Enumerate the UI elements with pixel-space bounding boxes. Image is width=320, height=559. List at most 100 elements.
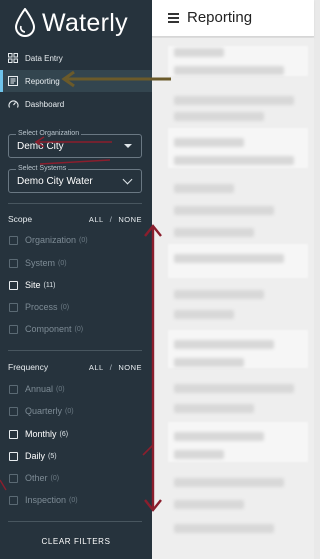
organization-select-label: Select Organization bbox=[16, 130, 82, 137]
checkbox-label: Site bbox=[25, 280, 41, 290]
checkbox-count: (11) bbox=[43, 281, 56, 289]
frequency-title: Frequency bbox=[8, 362, 49, 372]
checkbox-count: (0) bbox=[56, 385, 65, 393]
checkbox-label: Organization bbox=[25, 235, 77, 245]
checkbox[interactable] bbox=[9, 302, 18, 312]
checkbox[interactable] bbox=[9, 429, 18, 439]
frequency-none-link[interactable]: NONE bbox=[118, 363, 142, 372]
checkbox-count: (0) bbox=[79, 236, 88, 244]
checkbox-count: (6) bbox=[59, 430, 69, 438]
blurred-text bbox=[174, 404, 254, 413]
checkbox-label: Quarterly bbox=[25, 406, 63, 416]
scope-checkbox-site[interactable]: Site (11) bbox=[9, 278, 55, 292]
organization-select[interactable]: Select Organization Demo City bbox=[8, 130, 142, 158]
blurred-text bbox=[174, 358, 244, 367]
checkbox[interactable] bbox=[9, 495, 18, 505]
systems-select-label: Select Systems bbox=[16, 165, 69, 172]
checkbox-count: (5) bbox=[48, 452, 57, 460]
checkbox-count: (0) bbox=[65, 407, 74, 415]
divider bbox=[8, 350, 142, 351]
frequency-header: Frequency ALL / NONE bbox=[8, 361, 142, 373]
blurred-text bbox=[174, 500, 244, 509]
blurred-text bbox=[174, 340, 274, 349]
blurred-text bbox=[174, 96, 294, 105]
nav-item-label: Reporting bbox=[25, 76, 60, 86]
divider bbox=[8, 203, 142, 204]
scope-checkbox-component[interactable]: Component (0) bbox=[9, 322, 83, 336]
top-app-bar: Reporting bbox=[152, 0, 314, 37]
scope-all-link[interactable]: ALL bbox=[89, 215, 104, 224]
scope-title: Scope bbox=[8, 214, 33, 224]
checkbox-label: System bbox=[25, 258, 56, 268]
blurred-text bbox=[174, 310, 234, 319]
checkbox-count: (0) bbox=[58, 259, 67, 267]
frequency-checkbox-other[interactable]: Other (0) bbox=[9, 471, 59, 485]
water-drop-icon bbox=[14, 8, 36, 37]
clear-filters-button[interactable]: CLEAR FILTERS bbox=[0, 534, 152, 550]
scope-checkbox-system[interactable]: System (0) bbox=[9, 256, 67, 270]
checkbox-label: Component bbox=[25, 324, 72, 334]
scope-checkbox-process[interactable]: Process (0) bbox=[9, 300, 69, 314]
frequency-checkbox-quarterly[interactable]: Quarterly (0) bbox=[9, 404, 74, 418]
organization-select-value: Demo City bbox=[17, 141, 64, 152]
page-title: Reporting bbox=[187, 9, 253, 26]
checkbox[interactable] bbox=[9, 406, 18, 416]
divider bbox=[8, 521, 142, 522]
hamburger-icon[interactable] bbox=[168, 13, 179, 23]
checkbox-count: (0) bbox=[50, 474, 60, 482]
app-title: Waterly bbox=[42, 8, 128, 37]
checkbox-label: Process bbox=[25, 302, 58, 312]
nav-item-reporting[interactable]: Reporting bbox=[0, 70, 152, 92]
report-content-blurred bbox=[152, 38, 314, 559]
blurred-text bbox=[174, 384, 294, 393]
blurred-text bbox=[174, 48, 224, 57]
blurred-text bbox=[174, 254, 284, 263]
nav-item-label: Dashboard bbox=[25, 99, 65, 109]
brand-logo[interactable]: Waterly bbox=[14, 6, 128, 40]
checkbox[interactable] bbox=[9, 324, 18, 334]
gauge-icon bbox=[8, 99, 19, 109]
checkbox-label: Other bbox=[25, 473, 48, 483]
blurred-text bbox=[174, 524, 274, 533]
checkbox[interactable] bbox=[9, 451, 18, 461]
blurred-text bbox=[174, 138, 244, 147]
checkbox[interactable] bbox=[9, 280, 18, 290]
separator: / bbox=[109, 214, 113, 224]
checkbox-label: Inspection bbox=[25, 495, 67, 505]
nav-item-data-entry[interactable]: Data Entry bbox=[0, 47, 152, 69]
caret-down-icon bbox=[124, 144, 132, 148]
frequency-all-link[interactable]: ALL bbox=[89, 363, 104, 372]
blurred-text bbox=[174, 112, 264, 121]
frequency-checkbox-annual[interactable]: Annual (0) bbox=[9, 382, 65, 396]
checkbox-label: Daily bbox=[25, 451, 46, 461]
blurred-text bbox=[174, 156, 294, 165]
blurred-text bbox=[174, 184, 234, 193]
scope-none-link[interactable]: NONE bbox=[118, 215, 142, 224]
checkbox[interactable] bbox=[9, 473, 18, 483]
nav-item-dashboard[interactable]: Dashboard bbox=[0, 93, 152, 115]
checkbox[interactable] bbox=[9, 258, 18, 268]
blurred-text bbox=[174, 228, 254, 237]
frequency-checkbox-daily[interactable]: Daily (5) bbox=[9, 449, 57, 463]
checkbox-count: (0) bbox=[60, 303, 70, 311]
systems-select[interactable]: Select Systems Demo City Water bbox=[8, 165, 142, 193]
grid-icon bbox=[8, 53, 18, 63]
sidebar: Waterly Data Entry Reporting Dashboard S… bbox=[0, 0, 152, 559]
nav-item-label: Data Entry bbox=[25, 53, 63, 63]
separator: / bbox=[109, 362, 113, 372]
blurred-text bbox=[174, 450, 224, 459]
blurred-text bbox=[174, 432, 264, 441]
frequency-checkbox-inspection[interactable]: Inspection (0) bbox=[9, 493, 78, 507]
report-icon bbox=[8, 76, 18, 86]
checkbox[interactable] bbox=[9, 235, 18, 245]
scope-checkbox-organization[interactable]: Organization (0) bbox=[9, 233, 88, 247]
blurred-text bbox=[174, 290, 264, 299]
checkbox-label: Annual bbox=[25, 384, 54, 394]
blurred-text bbox=[174, 66, 284, 75]
checkbox[interactable] bbox=[9, 384, 18, 394]
checkbox-count: (0) bbox=[69, 496, 78, 504]
systems-select-value: Demo City Water bbox=[17, 176, 93, 187]
chevron-down-icon bbox=[122, 174, 133, 185]
checkbox-count: (0) bbox=[74, 325, 84, 333]
frequency-checkbox-monthly[interactable]: Monthly (6) bbox=[9, 427, 68, 441]
